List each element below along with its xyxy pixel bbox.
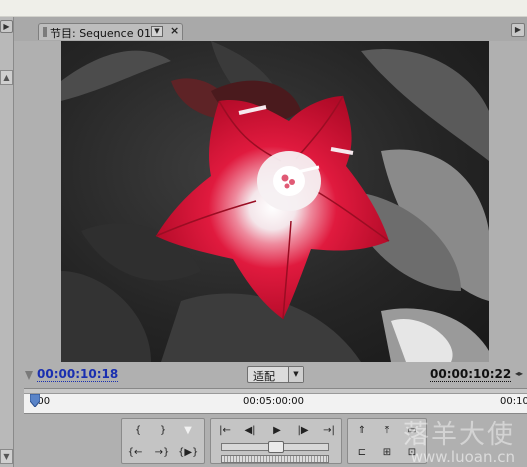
panel-menu-arrow-icon[interactable]: ▶ bbox=[0, 20, 13, 33]
shuttle-knob[interactable] bbox=[268, 441, 284, 453]
zoom-level-select[interactable]: 适配 ▼ bbox=[247, 366, 304, 383]
panel-tab-bar: 节目: Sequence 01 ▼ × ▶ bbox=[14, 17, 527, 41]
play-in-to-out-button[interactable]: {▶} bbox=[178, 444, 198, 462]
step-back-button[interactable]: ◀| bbox=[240, 422, 260, 440]
watermark-text: 落羊大使 bbox=[402, 420, 515, 450]
insert-button[interactable]: ⊏ bbox=[352, 444, 372, 462]
transport-controls: { } ▼ {← →} {▶} |← ◀| ▶ |▶ →| ⇑ ⤒ ▭ ⊏ ⊞ … bbox=[14, 414, 527, 467]
top-strip bbox=[0, 0, 527, 17]
lift-button[interactable]: ⇑ bbox=[352, 422, 372, 440]
watermark-url: www.luoan.cn bbox=[410, 448, 515, 466]
video-frame-image bbox=[61, 41, 489, 362]
goto-in-button[interactable]: {← bbox=[125, 444, 145, 462]
goto-out-button[interactable]: →} bbox=[152, 444, 172, 462]
chevron-down-icon[interactable]: ▼ bbox=[288, 367, 303, 382]
duration-timecode[interactable]: 00:00:10:22 bbox=[430, 367, 512, 382]
current-timecode[interactable]: 00:00:10:18 bbox=[37, 367, 119, 382]
trim-button[interactable]: ⊞ bbox=[377, 444, 397, 462]
scroll-up-arrow-icon[interactable]: ▲ bbox=[0, 70, 13, 85]
step-forward-button[interactable]: |▶ bbox=[293, 422, 313, 440]
viewing-area-bar[interactable] bbox=[24, 389, 527, 394]
grip-icon[interactable] bbox=[43, 27, 47, 37]
mark-out-button[interactable]: } bbox=[153, 422, 173, 440]
panel-options-arrow-icon[interactable]: ▶ bbox=[511, 23, 525, 37]
program-monitor-viewer[interactable] bbox=[61, 41, 489, 362]
playhead-icon[interactable] bbox=[30, 394, 40, 407]
step-to-prev-edit-button[interactable]: |← bbox=[215, 422, 235, 440]
mark-in-button[interactable]: { bbox=[128, 422, 148, 440]
step-to-next-edit-button[interactable]: →| bbox=[319, 422, 339, 440]
jog-dial[interactable] bbox=[221, 455, 329, 463]
ruler-label-middle: 00:05:00:00 bbox=[243, 396, 305, 407]
set-marker-button[interactable]: ▼ bbox=[178, 422, 198, 440]
left-panel-edge: ▶ ▲ ▼ bbox=[0, 17, 14, 467]
expand-arrows-icon[interactable]: ◂▸ bbox=[515, 369, 523, 378]
extract-button[interactable]: ⤒ bbox=[377, 422, 397, 440]
marker-icon[interactable] bbox=[25, 371, 33, 380]
shuttle-slider[interactable] bbox=[221, 441, 329, 453]
timecode-row: 00:00:10:18 适配 ▼ 00:00:10:22 ◂▸ bbox=[14, 363, 527, 387]
watermark: 落羊大使 www.luoan.cn bbox=[403, 421, 515, 465]
play-button[interactable]: ▶ bbox=[267, 422, 287, 440]
close-icon[interactable]: × bbox=[170, 24, 179, 37]
time-ruler[interactable]: :00 00:05:00:00 00:10:00 bbox=[24, 388, 527, 414]
scroll-down-arrow-icon[interactable]: ▼ bbox=[0, 449, 13, 464]
marker-control-group: { } ▼ {← →} {▶} bbox=[121, 418, 205, 464]
zoom-level-value: 适配 bbox=[253, 370, 275, 383]
tab-title: 节目: Sequence 01 bbox=[50, 27, 151, 40]
tab-program-sequence[interactable]: 节目: Sequence 01 ▼ × bbox=[38, 23, 183, 40]
ruler-label-end: 00:10:00 bbox=[500, 396, 527, 407]
program-monitor-panel: 节目: Sequence 01 ▼ × ▶ 00:00:10:18 适配 ▼ 0… bbox=[14, 17, 527, 467]
tab-menu-dropdown-icon[interactable]: ▼ bbox=[151, 26, 163, 37]
